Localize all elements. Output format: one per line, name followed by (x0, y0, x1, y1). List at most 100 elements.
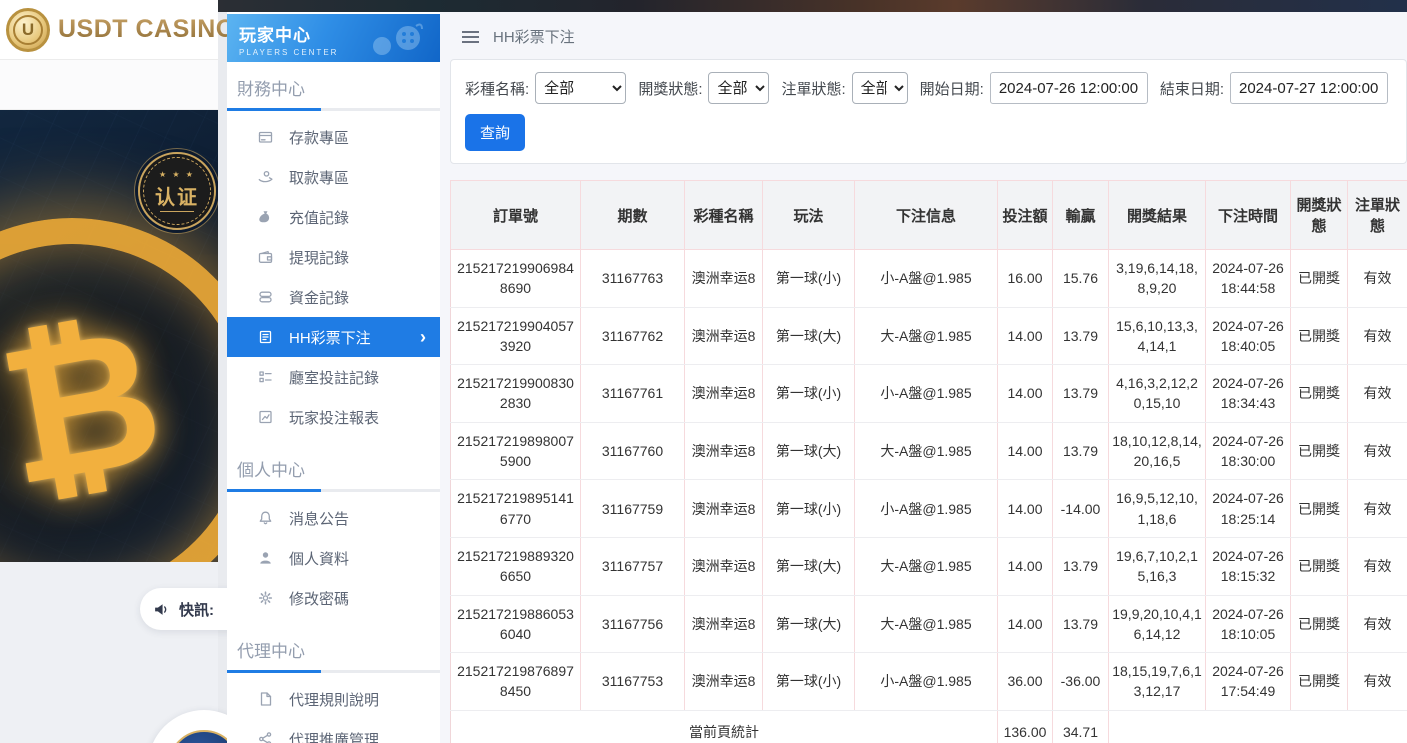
table-cell: 4,16,3,2,12,20,15,10 (1109, 365, 1206, 423)
table-cell: 13.79 (1053, 537, 1109, 595)
table-cell: 澳洲幸运8 (685, 250, 763, 308)
summary-win-total: 34.71 (1053, 710, 1109, 743)
sidebar-item-充值記錄[interactable]: 充值記錄 (227, 197, 440, 237)
sidebar-item-廳室投註記錄[interactable]: 廳室投註記錄 (227, 357, 440, 397)
promo-gap (0, 60, 218, 110)
sidebar-item-label: 取款專區 (289, 167, 349, 188)
table-cell: 澳洲幸运8 (685, 365, 763, 423)
players-center-page: U USDT CASINO ₿ ★ ★ ★ 认证 快訊: (0, 0, 1407, 743)
promo-column: U USDT CASINO ₿ ★ ★ ★ 认证 快訊: (0, 0, 218, 743)
news-label: 快訊: (179, 599, 214, 620)
table-cell: 有效 (1348, 250, 1407, 308)
section-title: 代理中心 (227, 624, 440, 670)
draw-status-select[interactable]: 全部 (708, 72, 769, 104)
table-cell: 19,9,20,10,4,16,14,12 (1109, 595, 1206, 653)
column-header: 下注時間 (1206, 181, 1291, 250)
menu-list: 存款專區取款專區充值記錄提現記錄資金記錄 HH彩票下注 › 廳室投註記錄玩家投注報表 (227, 111, 440, 443)
table-row: 215217219900830283031167761澳洲幸运8第一球(小)小-… (451, 365, 1407, 423)
sidebar-item-修改密碼[interactable]: 修改密碼 (227, 578, 440, 618)
table-cell: 已開獎 (1291, 595, 1348, 653)
end-date-input[interactable] (1230, 72, 1388, 104)
table-row: 215217219898007590031167760澳洲幸运8第一球(大)大-… (451, 422, 1407, 480)
player-report-icon (257, 409, 275, 425)
site-logo[interactable]: U USDT CASINO (0, 0, 218, 60)
table-cell: 2152172199040573920 (451, 307, 581, 365)
table-cell: 31167757 (581, 537, 685, 595)
section-underline (227, 670, 440, 673)
table-cell: 澳洲幸运8 (685, 307, 763, 365)
table-cell: 2024-07-26 17:54:49 (1206, 653, 1291, 711)
column-header: 開獎狀態 (1291, 181, 1348, 250)
summary-empty-cell (1109, 710, 1407, 743)
bitcoin-banner-image: ₿ ★ ★ ★ 认证 (0, 110, 218, 562)
table-cell: 16,9,5,12,10,1,18,6 (1109, 480, 1206, 538)
table-cell: 第一球(小) (763, 250, 855, 308)
table-cell: 14.00 (998, 307, 1053, 365)
column-header: 投注額 (998, 181, 1053, 250)
sidebar-item-代理推廣管理[interactable]: 代理推廣管理 (227, 719, 440, 743)
table-cell: 18,10,12,8,14,20,16,5 (1109, 422, 1206, 480)
hall-bet-record-icon (257, 369, 275, 385)
chevron-right-icon: › (420, 328, 426, 346)
table-cell: 2152172198860536040 (451, 595, 581, 653)
table-cell: 已開獎 (1291, 480, 1348, 538)
sidebar-item-提現記錄[interactable]: 提現記錄 (227, 237, 440, 277)
sidebar-item-消息公告[interactable]: 消息公告 (227, 498, 440, 538)
sidebar-item-label: HH彩票下注 (289, 327, 371, 348)
table-cell: 有效 (1348, 537, 1407, 595)
table-cell: 19,6,7,10,2,15,16,3 (1109, 537, 1206, 595)
table-header-row: 訂單號期數彩種名稱玩法下注信息投注額輸贏開獎結果下注時間開獎狀態注單狀態 (451, 181, 1407, 250)
table-cell: 已開獎 (1291, 307, 1348, 365)
sidebar-item-HH彩票下注[interactable]: HH彩票下注 › (227, 317, 440, 357)
lottery-name-select[interactable]: 全部 (535, 72, 626, 104)
table-cell: 2024-07-26 18:25:14 (1206, 480, 1291, 538)
section-title: 個人中心 (227, 443, 440, 489)
table-cell: 2024-07-26 18:34:43 (1206, 365, 1291, 423)
search-button[interactable]: 查詢 (465, 114, 525, 151)
table-cell: 15,6,10,13,3,4,14,1 (1109, 307, 1206, 365)
table-cell: 16.00 (998, 250, 1053, 308)
filter-row: 彩種名稱: 全部 開獎狀態: 全部 注單狀態: 全部 開始日期: 結束日期: (465, 72, 1394, 104)
column-header: 注單狀態 (1348, 181, 1407, 250)
table-cell: 2152172198893206650 (451, 537, 581, 595)
sidebar-item-label: 資金記錄 (289, 287, 349, 308)
recharge-record-icon (257, 209, 275, 225)
table-row: 215217219906984869031167763澳洲幸运8第一球(小)小-… (451, 250, 1407, 308)
table-cell: 澳洲幸运8 (685, 480, 763, 538)
table-cell: 有效 (1348, 595, 1407, 653)
column-header: 訂單號 (451, 181, 581, 250)
table-row: 215217219895141677031167759澳洲幸运8第一球(小)小-… (451, 480, 1407, 538)
table-cell: 31167761 (581, 365, 685, 423)
page-title: HH彩票下注 (493, 26, 575, 47)
table-cell: 澳洲幸运8 (685, 422, 763, 480)
sidebar: 玩家中心 PLAYERS CENTER 財務中心存款專區取款專區充值記錄提現記錄… (227, 12, 440, 743)
table-cell: 已開獎 (1291, 422, 1348, 480)
bet-status-select[interactable]: 全部 (852, 72, 908, 104)
table-cell: 有效 (1348, 422, 1407, 480)
gamepad-decoration-icon (362, 20, 432, 60)
sidebar-item-取款專區[interactable]: 取款專區 (227, 157, 440, 197)
column-header: 開獎結果 (1109, 181, 1206, 250)
sidebar-item-資金記錄[interactable]: 資金記錄 (227, 277, 440, 317)
start-date-label: 開始日期: (920, 78, 984, 99)
table-cell: 2024-07-26 18:10:05 (1206, 595, 1291, 653)
profile-person-icon (257, 550, 275, 566)
table-cell: 14.00 (998, 595, 1053, 653)
sidebar-item-代理規則說明[interactable]: 代理規則說明 (227, 679, 440, 719)
sidebar-item-玩家投注報表[interactable]: 玩家投注報表 (227, 397, 440, 437)
top-background-strip (218, 0, 1407, 12)
table-cell: 2152172198951416770 (451, 480, 581, 538)
table-cell: 澳洲幸运8 (685, 653, 763, 711)
table-cell: 14.00 (998, 422, 1053, 480)
withdraw-hand-icon (257, 169, 275, 185)
menu-toggle-icon[interactable] (460, 29, 481, 45)
filter-panel: 彩種名稱: 全部 開獎狀態: 全部 注單狀態: 全部 開始日期: 結束日期: 查… (450, 59, 1407, 164)
table-cell: 第一球(小) (763, 365, 855, 423)
table-cell: 小-A盤@1.985 (855, 653, 998, 711)
start-date-input[interactable] (990, 72, 1148, 104)
sidebar-item-存款專區[interactable]: 存款專區 (227, 117, 440, 157)
sidebar-header: 玩家中心 PLAYERS CENTER (227, 14, 440, 62)
password-gear-icon (257, 590, 275, 606)
table-cell: 已開獎 (1291, 365, 1348, 423)
sidebar-item-個人資料[interactable]: 個人資料 (227, 538, 440, 578)
